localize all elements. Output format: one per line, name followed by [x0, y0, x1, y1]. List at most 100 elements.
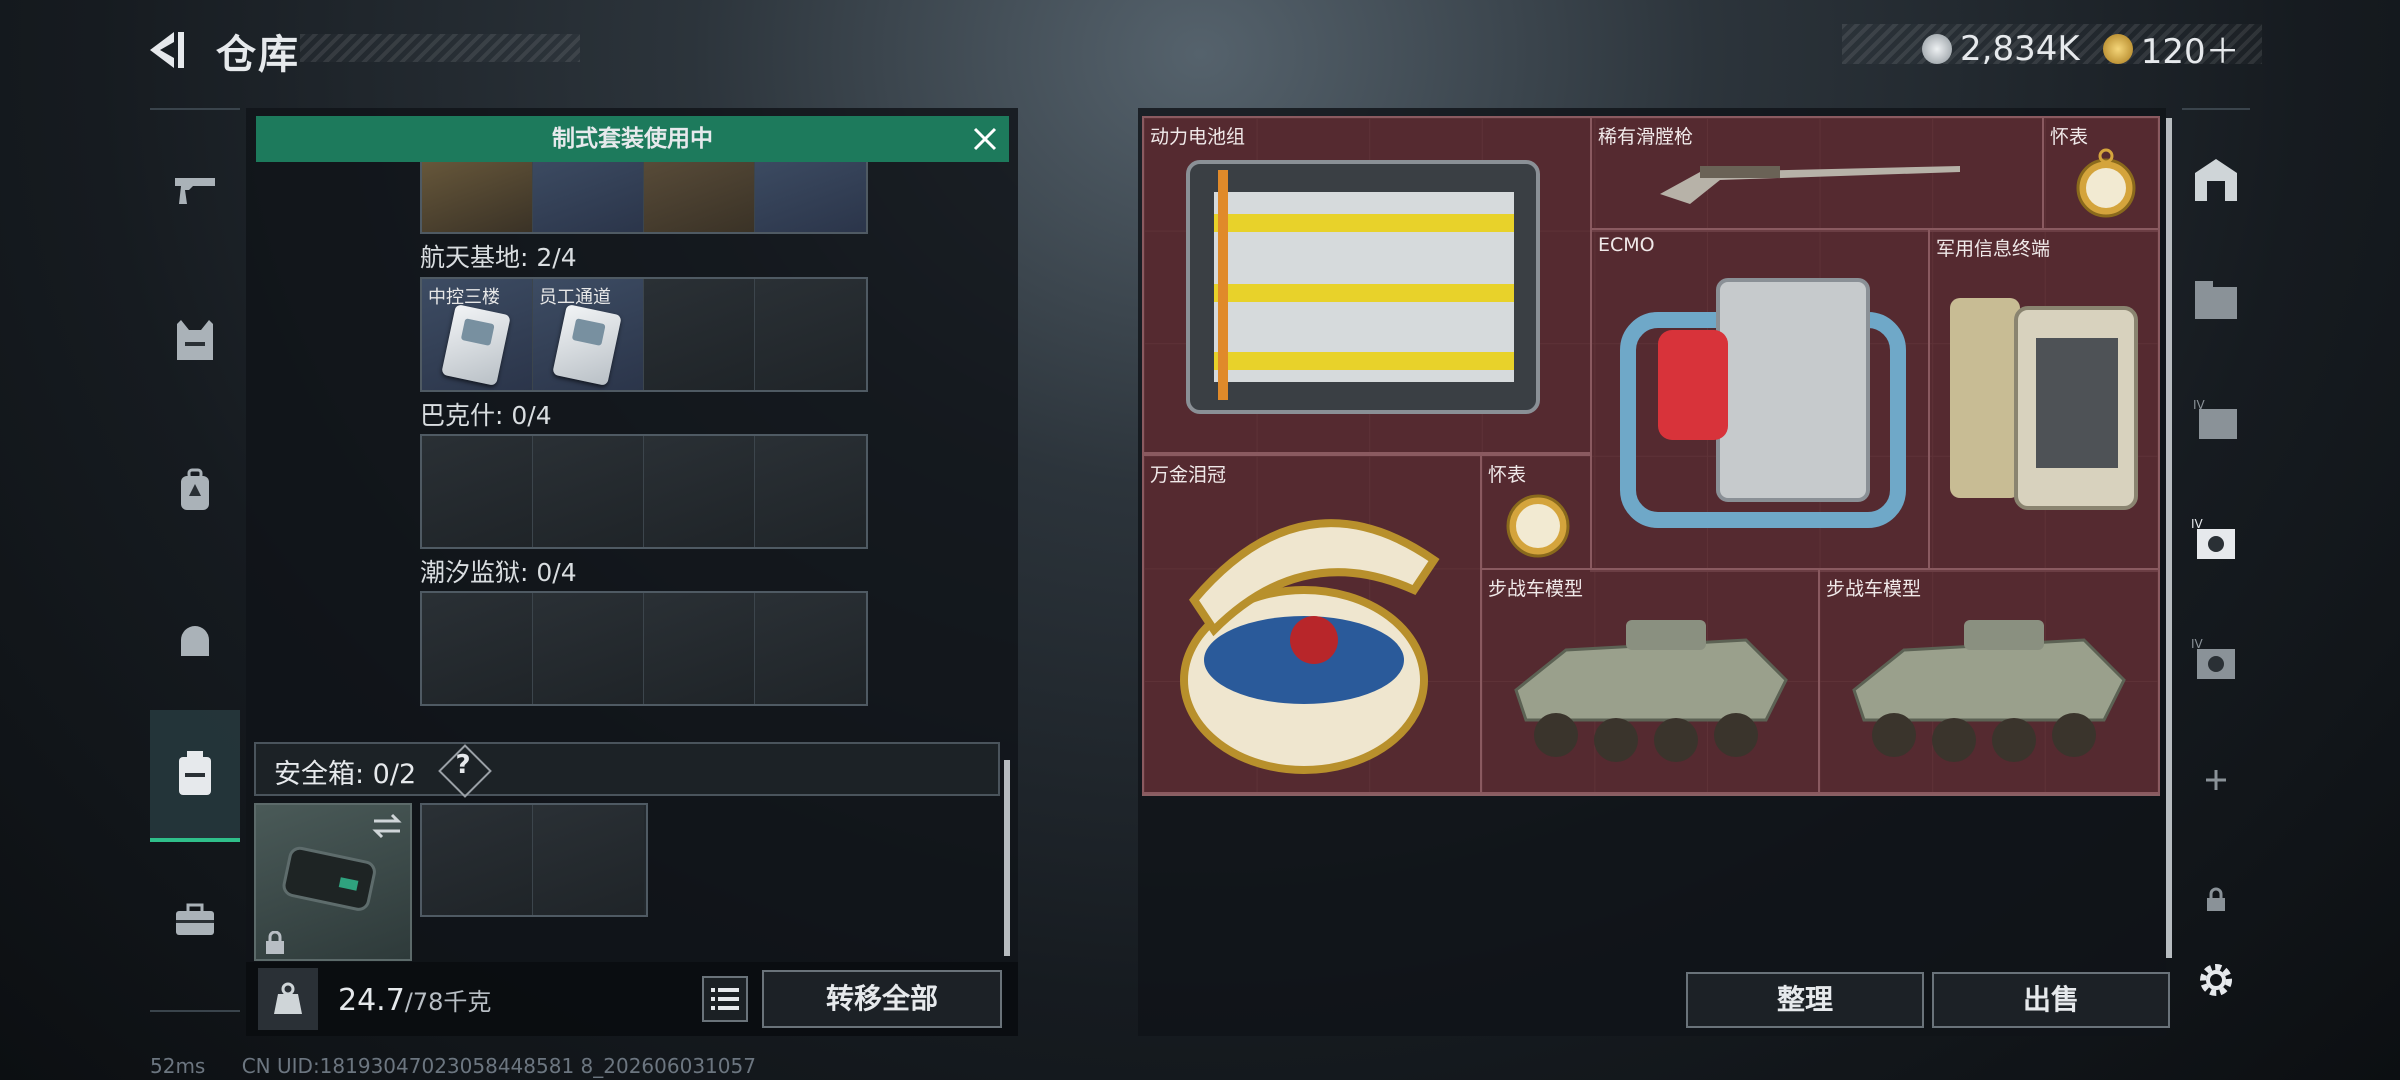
gold-coin-icon[interactable]	[2102, 33, 2133, 64]
gear-icon	[2200, 964, 2232, 996]
key-group-label: 航天基地: 2/4	[420, 243, 577, 272]
key-slot[interactable]	[422, 436, 533, 547]
item-name: ECMO	[1598, 234, 1655, 256]
silver-currency-value: 2,834K	[1960, 28, 2080, 69]
rail-backpack[interactable]	[150, 430, 240, 550]
svg-text:IV: IV	[2193, 399, 2206, 412]
item-name: 军用信息终端	[1936, 238, 2051, 260]
loadout-banner: 制式套装使用中	[256, 116, 1009, 162]
rail-helmet[interactable]	[150, 580, 240, 700]
lock-icon	[266, 931, 284, 954]
item-name: 步战车模型	[1826, 578, 1922, 600]
key-slot[interactable]	[755, 436, 866, 547]
key-slot[interactable]	[644, 593, 755, 704]
key-slot[interactable]	[755, 279, 866, 390]
safe-slot[interactable]	[533, 805, 644, 915]
svg-text:IV: IV	[2191, 517, 2204, 531]
crate-icon	[2195, 281, 2237, 319]
safe-slot[interactable]	[422, 805, 533, 915]
weight-current: 24.7	[338, 983, 405, 1018]
uid-text: CN UID:18193047023058448581 8_2026060310…	[241, 1054, 756, 1078]
safe-box-header: 安全箱: 0/2 ?	[254, 742, 1000, 798]
right-scrollbar[interactable]	[2166, 118, 2172, 958]
key-slot[interactable]	[644, 279, 755, 390]
rail-storage[interactable]	[2182, 120, 2250, 240]
key-slot[interactable]	[533, 152, 644, 232]
key-slot[interactable]	[755, 593, 866, 704]
list-icon	[711, 988, 739, 1010]
key-slot[interactable]: 员工通道	[533, 279, 644, 390]
loot-item[interactable]: 军用信息终端	[1928, 228, 2160, 572]
rail-armor[interactable]	[150, 280, 240, 400]
ping-text: 52ms	[150, 1054, 206, 1078]
item-name: 步战车模型	[1488, 578, 1584, 600]
loot-item[interactable]: 稀有滑膛枪	[1590, 116, 2044, 232]
status-bar: 52ms CN UID:18193047023058448581 8_20260…	[150, 1054, 786, 1078]
swap-icon[interactable]	[370, 811, 404, 841]
keycard-icon	[552, 303, 622, 387]
ifv-model-icon	[1852, 620, 2126, 762]
ecmo-machine-icon	[1620, 278, 1906, 528]
military-terminal-icon	[1950, 298, 2138, 510]
key-group-grid	[420, 591, 868, 706]
loot-item[interactable]: 怀表	[1480, 454, 1592, 570]
pocket-watch-icon	[1506, 494, 1570, 558]
rail-crate-iv-active[interactable]: IV	[2182, 480, 2250, 600]
key-group-grid	[420, 434, 868, 549]
left-scrollbar[interactable]	[1004, 760, 1010, 956]
musket-icon	[1660, 166, 1960, 204]
safe-case-icon	[282, 846, 376, 911]
loot-item[interactable]: 步战车模型	[1818, 568, 2160, 794]
transfer-all-button[interactable]: 转移全部	[762, 970, 1002, 1028]
kg-weight-icon	[274, 982, 302, 1014]
rail-toolbox[interactable]	[150, 860, 240, 980]
key-slot[interactable]: 中控三楼	[422, 279, 533, 390]
key-slot[interactable]	[644, 152, 755, 232]
close-icon[interactable]	[971, 125, 999, 153]
loot-item[interactable]: ECMO	[1590, 228, 1930, 572]
battery-pack-icon	[1186, 160, 1540, 414]
category-rail	[150, 108, 240, 1012]
currency-bar: 2,834K 120＋	[1842, 24, 2262, 72]
sell-button[interactable]: 出售	[1932, 972, 2170, 1028]
toolbox-icon	[176, 903, 214, 935]
loot-item[interactable]: 动力电池组	[1142, 116, 1592, 454]
back-arrow-icon[interactable]	[146, 28, 190, 72]
gun-icon	[175, 178, 215, 204]
helmet-icon	[181, 626, 209, 656]
rail-weapons[interactable]	[150, 130, 240, 250]
rail-crate[interactable]	[2182, 240, 2250, 360]
key-slot[interactable]	[422, 152, 533, 232]
gold-currency-value[interactable]: 120＋	[2141, 32, 2240, 72]
weight-icon-box	[258, 968, 318, 1030]
loot-item[interactable]: 万金泪冠	[1142, 454, 1482, 794]
safe-box-slot[interactable]	[254, 803, 412, 961]
list-view-button[interactable]	[702, 976, 748, 1022]
key-slot[interactable]	[422, 593, 533, 704]
key-slot[interactable]	[644, 436, 755, 547]
rail-crate-iv-alt[interactable]: IV	[2182, 600, 2250, 720]
rail-keycase[interactable]	[150, 710, 240, 842]
jeweled-egg-icon	[1180, 519, 1440, 774]
pocket-watch-icon	[2076, 148, 2136, 218]
banner-text: 制式套装使用中	[552, 126, 713, 152]
key-slot[interactable]	[755, 152, 866, 232]
storage-rail: IV IV IV	[2182, 108, 2250, 1040]
silver-coin-icon	[1922, 33, 1952, 64]
sort-button[interactable]: 整理	[1686, 972, 1924, 1028]
lock-icon	[2207, 887, 2225, 911]
rail-add[interactable]	[2182, 720, 2250, 840]
help-icon[interactable]: ?	[452, 750, 474, 780]
safe-box-grid	[420, 803, 648, 917]
key-group-label: 潮汐监狱: 0/4	[420, 558, 577, 587]
loot-item[interactable]: 怀表	[2042, 116, 2160, 232]
crate-iv-active-icon: IV	[2191, 517, 2235, 559]
rail-crate-iv[interactable]: IV	[2182, 360, 2250, 480]
loot-item[interactable]: 步战车模型	[1480, 568, 1820, 794]
key-slot[interactable]	[533, 593, 644, 704]
key-slot[interactable]	[533, 436, 644, 547]
backpack-icon	[181, 468, 209, 510]
case-icon	[179, 751, 211, 795]
partial-key-row	[420, 150, 868, 234]
settings-button[interactable]	[2182, 920, 2250, 1040]
